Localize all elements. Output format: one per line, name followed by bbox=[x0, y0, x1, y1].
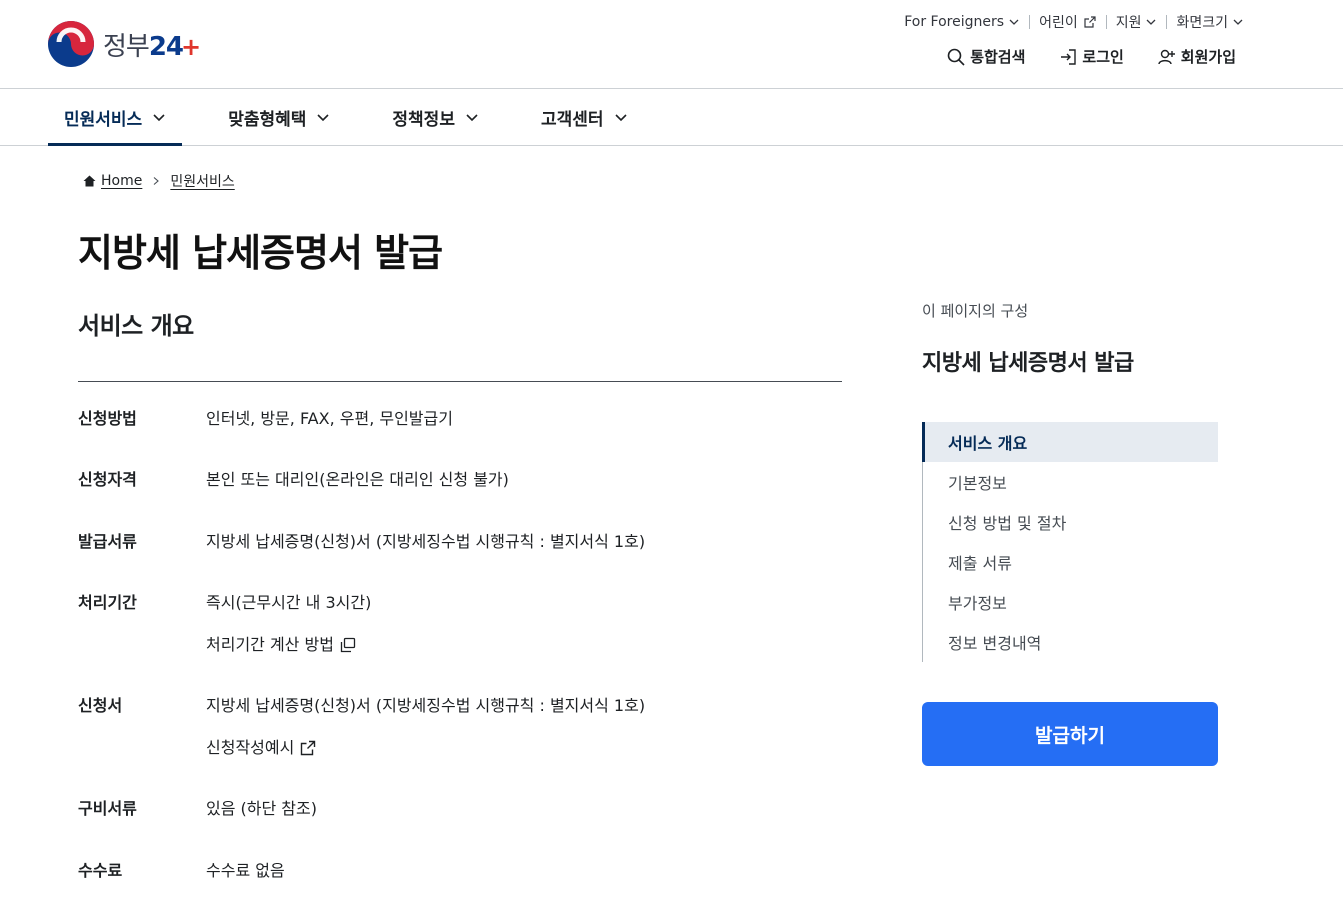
table-of-contents: 서비스 개요 기본정보 신청 방법 및 절차 제출 서류 부가정보 정보 변경내… bbox=[922, 422, 1218, 662]
chevron-down-icon bbox=[1147, 19, 1156, 25]
toc-item-submission-documents[interactable]: 제출 서류 bbox=[923, 542, 1218, 582]
section-divider bbox=[78, 381, 842, 382]
info-row-required-documents: 구비서류 있음 (하단 참조) bbox=[78, 795, 317, 823]
info-value: 즉시(근무시간 내 3시간) bbox=[206, 593, 372, 612]
application-example-link[interactable]: 신청작성예시 bbox=[206, 734, 645, 762]
home-icon bbox=[83, 175, 96, 187]
info-label: 신청자격 bbox=[78, 470, 137, 489]
taegeuk-emblem-icon bbox=[48, 21, 94, 67]
info-value: 수수료 없음 bbox=[206, 861, 285, 880]
info-value: 인터넷, 방문, FAX, 우편, 무인발급기 bbox=[206, 409, 453, 428]
signup-button[interactable]: 회원가입 bbox=[1158, 46, 1236, 67]
login-button[interactable]: 로그인 bbox=[1059, 46, 1124, 67]
chevron-down-icon bbox=[317, 114, 329, 122]
info-row-processing-time: 처리기간 즉시(근무시간 내 3시간) 처리기간 계산 방법 bbox=[78, 589, 371, 659]
info-label: 수수료 bbox=[78, 861, 123, 880]
info-value: 지방세 납세증명(신청)서 (지방세징수법 시행규칙 : 별지서식 1호) bbox=[206, 696, 646, 715]
breadcrumb-civil-services[interactable]: 민원서비스 bbox=[170, 171, 234, 191]
login-icon bbox=[1061, 48, 1077, 65]
chevron-down-icon bbox=[1009, 19, 1019, 25]
popup-window-icon bbox=[340, 637, 356, 653]
kids-link[interactable]: 어린이 bbox=[1029, 12, 1106, 32]
info-row-eligibility: 신청자격 본인 또는 대리인(온라인은 대리인 신청 불가) bbox=[78, 466, 509, 494]
external-link-icon bbox=[1084, 16, 1096, 28]
page-title: 지방세 납세증명서 발급 bbox=[78, 231, 443, 275]
sidebar-title: 지방세 납세증명서 발급 bbox=[922, 351, 1134, 376]
toc-item-additional-info[interactable]: 부가정보 bbox=[923, 582, 1218, 622]
chevron-down-icon bbox=[1233, 19, 1243, 25]
account-menu: 통합검색 로그인 회원가입 bbox=[913, 46, 1236, 67]
section-title: 서비스 개요 bbox=[78, 312, 194, 340]
external-link-icon bbox=[301, 740, 316, 756]
toc-item-service-overview[interactable]: 서비스 개요 bbox=[922, 422, 1218, 462]
info-value: 지방세 납세증명(신청)서 (지방세징수법 시행규칙 : 별지서식 1호) bbox=[206, 532, 646, 551]
processing-time-calc-link[interactable]: 처리기간 계산 방법 bbox=[206, 631, 371, 659]
info-row-fee: 수수료 수수료 없음 bbox=[78, 857, 285, 885]
logo-plus-mark: + bbox=[181, 32, 201, 61]
chevron-down-icon bbox=[153, 114, 165, 122]
info-label: 구비서류 bbox=[78, 799, 137, 818]
gnb-item-custom-benefits[interactable]: 맞춤형혜택 bbox=[212, 89, 346, 145]
chevron-down-icon bbox=[614, 114, 627, 122]
issue-button[interactable]: 발급하기 bbox=[922, 702, 1218, 766]
search-icon bbox=[947, 48, 965, 66]
utility-menu: For Foreigners 어린이 지원 화면크기 bbox=[894, 12, 1243, 32]
info-row-application-form: 신청서 지방세 납세증명(신청)서 (지방세징수법 시행규칙 : 별지서식 1호… bbox=[78, 692, 645, 762]
site-header: 정부 24 + For Foreigners 어린이 지원 화면크기 통합검색 로그… bbox=[0, 0, 1343, 89]
screen-size-menu[interactable]: 화면크기 bbox=[1166, 12, 1243, 32]
page-contents-sidebar: 이 페이지의 구성 지방세 납세증명서 발급 서비스 개요 기본정보 신청 방법… bbox=[922, 300, 1218, 766]
info-value-group: 즉시(근무시간 내 3시간) 처리기간 계산 방법 bbox=[206, 589, 371, 659]
toc-item-basic-info[interactable]: 기본정보 bbox=[923, 462, 1218, 502]
gnb-item-policy-info[interactable]: 정책정보 bbox=[376, 89, 495, 145]
info-label: 처리기간 bbox=[78, 593, 137, 612]
chevron-down-icon bbox=[466, 114, 478, 122]
info-value-group: 지방세 납세증명(신청)서 (지방세징수법 시행규칙 : 별지서식 1호) 신청… bbox=[206, 692, 645, 762]
info-row-issued-document: 발급서류 지방세 납세증명(신청)서 (지방세징수법 시행규칙 : 별지서식 1… bbox=[78, 528, 645, 556]
info-value: 본인 또는 대리인(온라인은 대리인 신청 불가) bbox=[206, 470, 509, 489]
info-label: 발급서류 bbox=[78, 532, 137, 551]
main-navigation: 민원서비스 맞춤형혜택 정책정보 고객센터 bbox=[0, 89, 1343, 146]
logo-text: 정부 24 + bbox=[103, 31, 201, 62]
info-label: 신청서 bbox=[78, 696, 123, 715]
for-foreigners-menu[interactable]: For Foreigners bbox=[894, 14, 1029, 30]
breadcrumb-home[interactable]: Home bbox=[83, 173, 142, 189]
toc-item-application-procedure[interactable]: 신청 방법 및 절차 bbox=[923, 502, 1218, 542]
user-add-icon bbox=[1158, 49, 1175, 64]
gnb-item-civil-services[interactable]: 민원서비스 bbox=[48, 89, 183, 146]
info-row-method: 신청방법 인터넷, 방문, FAX, 우편, 무인발급기 bbox=[78, 405, 453, 433]
gov24-logo[interactable]: 정부 24 + bbox=[47, 20, 201, 68]
support-menu[interactable]: 지원 bbox=[1105, 12, 1167, 32]
chevron-right-icon bbox=[153, 177, 160, 185]
sidebar-caption: 이 페이지의 구성 bbox=[922, 302, 1029, 320]
info-label: 신청방법 bbox=[78, 409, 137, 428]
integrated-search-button[interactable]: 통합검색 bbox=[947, 46, 1025, 67]
info-value: 있음 (하단 참조) bbox=[206, 799, 317, 818]
breadcrumb: Home 민원서비스 bbox=[83, 171, 235, 191]
gnb-item-customer-center[interactable]: 고객센터 bbox=[525, 89, 644, 145]
toc-item-change-history[interactable]: 정보 변경내역 bbox=[923, 622, 1218, 662]
